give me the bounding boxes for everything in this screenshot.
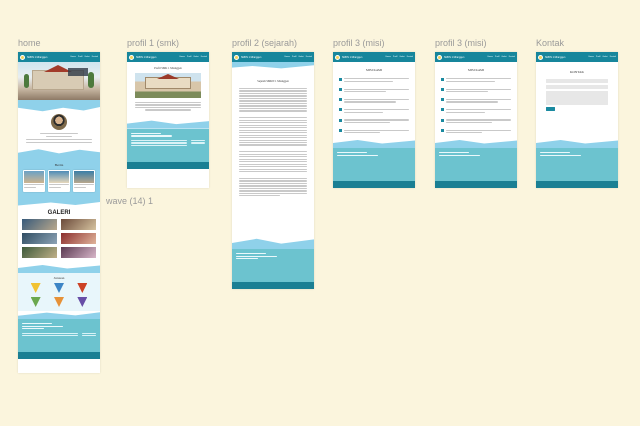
profil-1-content: Profil SMK 1 Mranggen [127,62,209,111]
school-logo-icon [20,54,25,60]
gallery-photo[interactable] [61,233,96,244]
frame-label-profil-1: profil 1 (smk) [127,38,180,48]
gallery-photo[interactable] [61,247,96,258]
gallery-title: GALERI [47,210,71,216]
home-footer [18,319,100,359]
frame-label-profil-2: profil 2 (sejarah) [232,38,298,48]
profil-2-navbar: SMKN 1 Mranggen Home Profil Galeri Kontak [232,52,314,62]
profil-1-frame[interactable]: SMKN 1 Mranggen Home Profil Galeri Kontak P… [127,52,209,188]
nav-links[interactable]: Home Profil Galeri Kontak [589,56,616,58]
brand-text: SMKN 1 Mranggen [27,55,48,59]
name-field[interactable] [546,79,608,83]
bullet-icon [441,87,444,91]
misi-list-b: MISI KAMI [435,62,517,135]
gallery-section: GALERI [18,208,100,260]
school-logo-icon [129,54,134,60]
wave-divider [232,62,314,69]
kontak-footer [536,148,618,188]
profil-3b-footer [435,148,517,188]
frame-label-kontak: Kontak [536,38,565,48]
gallery-photo[interactable] [22,233,57,244]
wave-divider [536,140,618,148]
major-logo-icon[interactable] [30,283,41,293]
frame-label-profil-3-b: profil 3 (misi) [435,38,487,48]
school-logo-icon [335,54,340,60]
hero-wave [18,100,100,112]
nav-links[interactable]: Home Profil Galeri Kontak [180,56,207,58]
bullet-icon [339,87,342,91]
major-logo-icon[interactable] [77,283,88,293]
principal-photo [51,114,67,130]
major-logo-icon[interactable] [77,297,88,307]
email-field[interactable] [546,85,608,89]
nav-links[interactable]: Home Profil Galeri Kontak [285,56,312,58]
bullet-icon [441,108,444,112]
major-logo-icon[interactable] [53,283,64,293]
bullet-icon [441,128,444,132]
wave-divider [232,238,314,249]
bullet-icon [339,118,342,122]
wave-divider [18,312,100,319]
profil-3a-footer [333,148,415,188]
profil-3b-navbar: SMKN 1 Mranggen Home Profil Galeri Kontak [435,52,517,62]
frame-label-home: home [18,38,41,48]
frame-label-profil-3-a: profil 3 (misi) [333,38,385,48]
major-logo-icon[interactable] [53,297,64,307]
profil-3-misi-frame-b[interactable]: SMKN 1 Mranggen Home Profil Galeri Kontak M… [435,52,517,188]
bullet-icon [339,77,342,81]
bullet-icon [441,98,444,102]
kontak-navbar: SMKN 1 Mranggen Home Profil Galeri Kontak [536,52,618,62]
school-photo [135,73,201,98]
message-field[interactable] [546,91,608,105]
news-card[interactable] [48,170,70,192]
kontak-title: KONTAK [569,70,585,74]
major-logo-icon[interactable] [30,297,41,307]
nav-links[interactable]: Home Profil Galeri Kontak [71,56,98,58]
bullet-icon [441,77,444,81]
gallery-photo[interactable] [61,219,96,230]
profil-2-footer [232,249,314,289]
nav-links[interactable]: Home Profil Galeri Kontak [488,56,515,58]
principal-section [18,114,100,148]
wave-divider [127,120,209,129]
contact-form: KONTAK [536,62,618,111]
profil-1-footer [127,128,209,169]
bullet-icon [441,118,444,122]
school-logo-icon [538,54,543,60]
news-card[interactable] [23,170,45,192]
profil-2-frame[interactable]: SMKN 1 Mranggen Home Profil Galeri Kontak S… [232,52,314,289]
history-text: Sejarah SMKN 1 Mranggen [232,70,314,197]
misi-list-a: MISI KAMI [333,62,415,135]
misi-title: MISI KAMI [467,68,485,72]
news-section: Berita [18,160,100,198]
wave-divider [18,265,100,273]
majors-section: Jurusan [18,273,100,311]
wave-divider [18,198,100,206]
gallery-photo[interactable] [22,219,57,230]
home-frame[interactable]: SMKN 1 Mranggen Home Profil Galeri Kontak B… [18,52,100,373]
nav-links[interactable]: Home Profil Galeri Kontak [386,56,413,58]
profil-3-misi-frame-a[interactable]: SMKN 1 Mranggen Home Profil Galeri Kontak M… [333,52,415,188]
news-card[interactable] [73,170,95,192]
profil-3a-navbar: SMKN 1 Mranggen Home Profil Galeri Kontak [333,52,415,62]
school-logo-icon [437,54,442,60]
majors-title: Jurusan [53,276,65,280]
frame-label-wave: wave (14) 1 [106,196,154,206]
send-button[interactable] [546,107,555,111]
bullet-icon [339,108,342,112]
bullet-icon [339,128,342,132]
wave-divider [333,140,415,148]
misi-title: MISI KAMI [365,68,383,72]
wave-divider [18,149,100,160]
home-navbar: SMKN 1 Mranggen Home Profil Galeri Kontak [18,52,100,62]
kontak-frame[interactable]: SMKN 1 Mranggen Home Profil Galeri Kontak K… [536,52,618,188]
profil-1-navbar: SMKN 1 Mranggen Home Profil Galeri Kontak [127,52,209,62]
wave-divider [435,140,517,148]
gallery-photo[interactable] [22,247,57,258]
bullet-icon [339,98,342,102]
school-logo-icon [234,54,239,60]
hero-image [18,62,100,100]
